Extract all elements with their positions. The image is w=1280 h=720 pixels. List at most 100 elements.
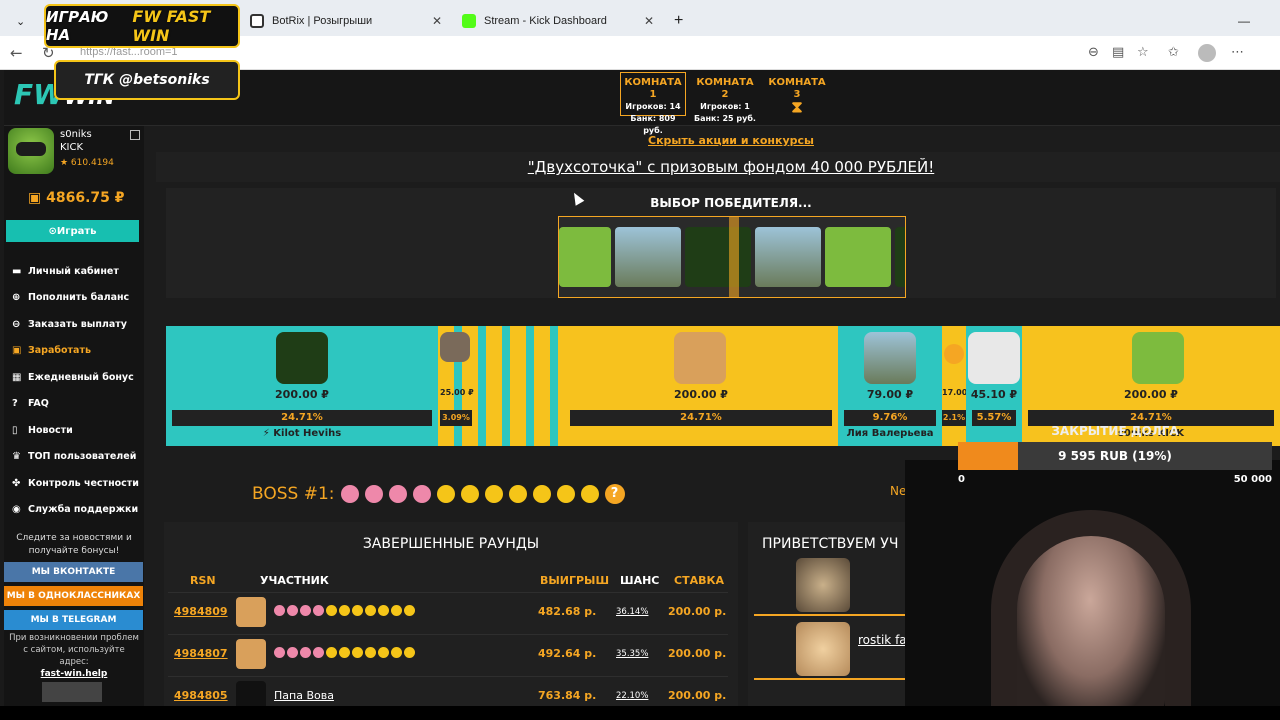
player-amount: 79.00 ₽ [866, 388, 914, 401]
sidebar-item-top-users[interactable]: ♛ ТОП пользователей [12, 444, 139, 471]
promo-title-link[interactable]: "Двухсоточка" с призовым фондом 40 000 Р… [156, 152, 1280, 182]
player-amount: 25.00 ₽ [440, 388, 474, 397]
next-link[interactable]: Ne [890, 484, 906, 498]
roulette-avatar [685, 227, 751, 287]
help-icon: ? [12, 398, 18, 410]
emoji-icon [508, 485, 527, 503]
menu-toggle-icon[interactable] [130, 130, 140, 140]
favorites-icon[interactable]: ✩ [1168, 45, 1179, 60]
play-button[interactable]: ⊙ Играть [6, 220, 139, 242]
round-bet: 200.00 р. [668, 689, 727, 702]
avatar [276, 332, 328, 384]
sidebar-item-withdraw[interactable]: ⊖ Заказать выплату [12, 311, 139, 338]
avatar [968, 332, 1020, 384]
favorite-star-icon[interactable]: ☆ [1137, 45, 1149, 60]
sidebar-item-fairness[interactable]: ✤ Контроль честности [12, 470, 139, 497]
help-link[interactable]: fast-win.help [41, 669, 108, 679]
round-win: 492.64 р. [538, 647, 597, 660]
participant-name[interactable] [274, 647, 415, 658]
emoji-icon [484, 485, 503, 503]
round-chance[interactable]: 22.10% [616, 691, 648, 701]
roulette-avatar [615, 227, 681, 287]
roulette-avatar [895, 227, 905, 287]
reader-icon[interactable]: ▤ [1112, 45, 1124, 60]
ok-button[interactable]: МЫ В ОДНОКЛАССНИКАХ [4, 586, 143, 606]
sidebar-item-faq[interactable]: ? FAQ [12, 391, 139, 418]
table-row: 4984807 492.64 р. 35.35% 200.00 р. [168, 634, 728, 674]
tab-kick-dashboard[interactable]: Stream - Kick Dashboard ✕ [452, 6, 662, 36]
footer-badge[interactable] [42, 682, 102, 702]
hide-promotions-link[interactable]: Скрыть акции и конкурсы [156, 134, 1280, 147]
player-chance: 9.76% [844, 410, 936, 426]
round-rsn-link[interactable]: 4984807 [174, 647, 228, 660]
room-selector: КОМНАТА 1 Игроков: 14 Банк: 809 руб. КОМ… [620, 72, 830, 135]
gamepad-icon: ⊙ [48, 225, 57, 237]
sidebar: s0niks KICK ★ 610.4194 ▣ 4866.75 ₽ ⊙ Игра… [4, 126, 144, 706]
sidebar-item-label: Заказать выплату [28, 318, 128, 330]
welcome-title: ПРИВЕТСТВУЕМ УЧ [762, 536, 899, 552]
round-rsn-link[interactable]: 4984805 [174, 689, 228, 702]
sidebar-item-news[interactable]: ▯ Новости [12, 417, 139, 444]
sidebar-item-deposit[interactable]: ⊕ Пополнить баланс [12, 285, 139, 312]
sidebar-item-label: Новости [28, 424, 73, 436]
round-chance[interactable]: 36.14% [616, 607, 648, 617]
telegram-button[interactable]: МЫ В TELEGRAM [4, 610, 143, 630]
tab-botrix[interactable]: BotRix | Розыгрыши ✕ [240, 6, 450, 36]
promo-telegram-text: ТГК @betsoniks [84, 72, 210, 88]
avatar [796, 558, 850, 612]
player-chance: 24.71% [172, 410, 432, 426]
room-2[interactable]: КОМНАТА 2 Игроков: 1 Банк: 25 руб. [692, 72, 758, 123]
tab-list-button[interactable]: ⌄ [6, 6, 36, 36]
debt-title: ЗАКРЫТИЕ ДОЛГА [1051, 424, 1179, 438]
streamer-hair [991, 510, 1191, 706]
player-amount: 200.00 ₽ [275, 388, 329, 401]
platform: KICK [60, 142, 84, 153]
sidebar-item-label: Контроль честности [28, 477, 139, 489]
roulette [558, 216, 906, 298]
sidebar-item-label: FAQ [28, 398, 49, 410]
player-name: ⚡ Kilot Hevihs [262, 428, 342, 439]
minimize-button[interactable]: — [1228, 6, 1258, 36]
help-icon[interactable]: ? [604, 484, 625, 504]
round-win: 482.68 р. [538, 605, 597, 618]
player-card[interactable]: 79.00 ₽ 9.76% Лия Валерьева [838, 326, 942, 446]
room-1[interactable]: КОМНАТА 1 Игроков: 14 Банк: 809 руб. [620, 72, 686, 135]
participant-name[interactable] [274, 605, 415, 616]
emoji-icon [364, 485, 383, 503]
new-tab-button[interactable]: + [664, 6, 694, 36]
promo-brand: FW FAST WIN [132, 7, 211, 45]
round-chance[interactable]: 35.35% [616, 649, 648, 659]
close-icon[interactable]: ✕ [644, 14, 654, 28]
table-row: 4984809 482.68 р. 36.14% 200.00 р. [168, 592, 728, 632]
more-icon[interactable]: ⋯ [1231, 45, 1244, 60]
player-name: Лия Валерьева [846, 428, 934, 439]
room-3[interactable]: КОМНАТА 3 ⧗ [764, 72, 830, 116]
zoom-icon[interactable]: ⊖ [1088, 45, 1099, 60]
hourglass-icon: ⧗ [791, 97, 803, 116]
participant-name[interactable]: Папа Вова [274, 689, 334, 702]
room-players: Игроков: 14 [625, 102, 681, 111]
player-amount: 17.00 [942, 388, 968, 397]
player-card[interactable]: 200.00 ₽ 24.71% ⚡ Kilot Hevihs [166, 326, 438, 446]
wallet-icon: ▬ [12, 265, 22, 277]
vk-button[interactable]: МЫ ВКОНТАКТЕ [4, 562, 143, 582]
profile-name: s0niks KICK [60, 128, 92, 154]
sidebar-item-label: Личный кабинет [28, 265, 119, 277]
round-rsn-link[interactable]: 4984809 [174, 605, 228, 618]
player-card[interactable]: 25.00 ₽ 3.09% [438, 326, 564, 446]
balance-value: 4866.75 ₽ [46, 190, 125, 206]
sidebar-item-daily-bonus[interactable]: ▦ Ежедневный бонус [12, 364, 139, 391]
debt-progress-bar: 9 595 RUB (19%) [958, 442, 1272, 470]
help-block: При возникновении проблем с сайтом, испо… [8, 632, 140, 680]
room-title: КОМНАТА 1 [624, 77, 682, 100]
sidebar-item-earn[interactable]: ▣ Заработать [12, 338, 139, 365]
sidebar-item-cabinet[interactable]: ▬ Личный кабинет [12, 258, 139, 285]
player-card[interactable]: 200.00 ₽ 24.71% [564, 326, 838, 446]
sidebar-item-support[interactable]: ◉ Служба поддержки [12, 497, 139, 524]
money-icon: ▣ [28, 190, 47, 206]
round-win: 763.84 р. [538, 689, 597, 702]
close-icon[interactable]: ✕ [432, 14, 442, 28]
botrix-icon [250, 14, 264, 28]
profile-icon[interactable] [1198, 44, 1216, 62]
back-icon[interactable]: ← [10, 44, 23, 62]
